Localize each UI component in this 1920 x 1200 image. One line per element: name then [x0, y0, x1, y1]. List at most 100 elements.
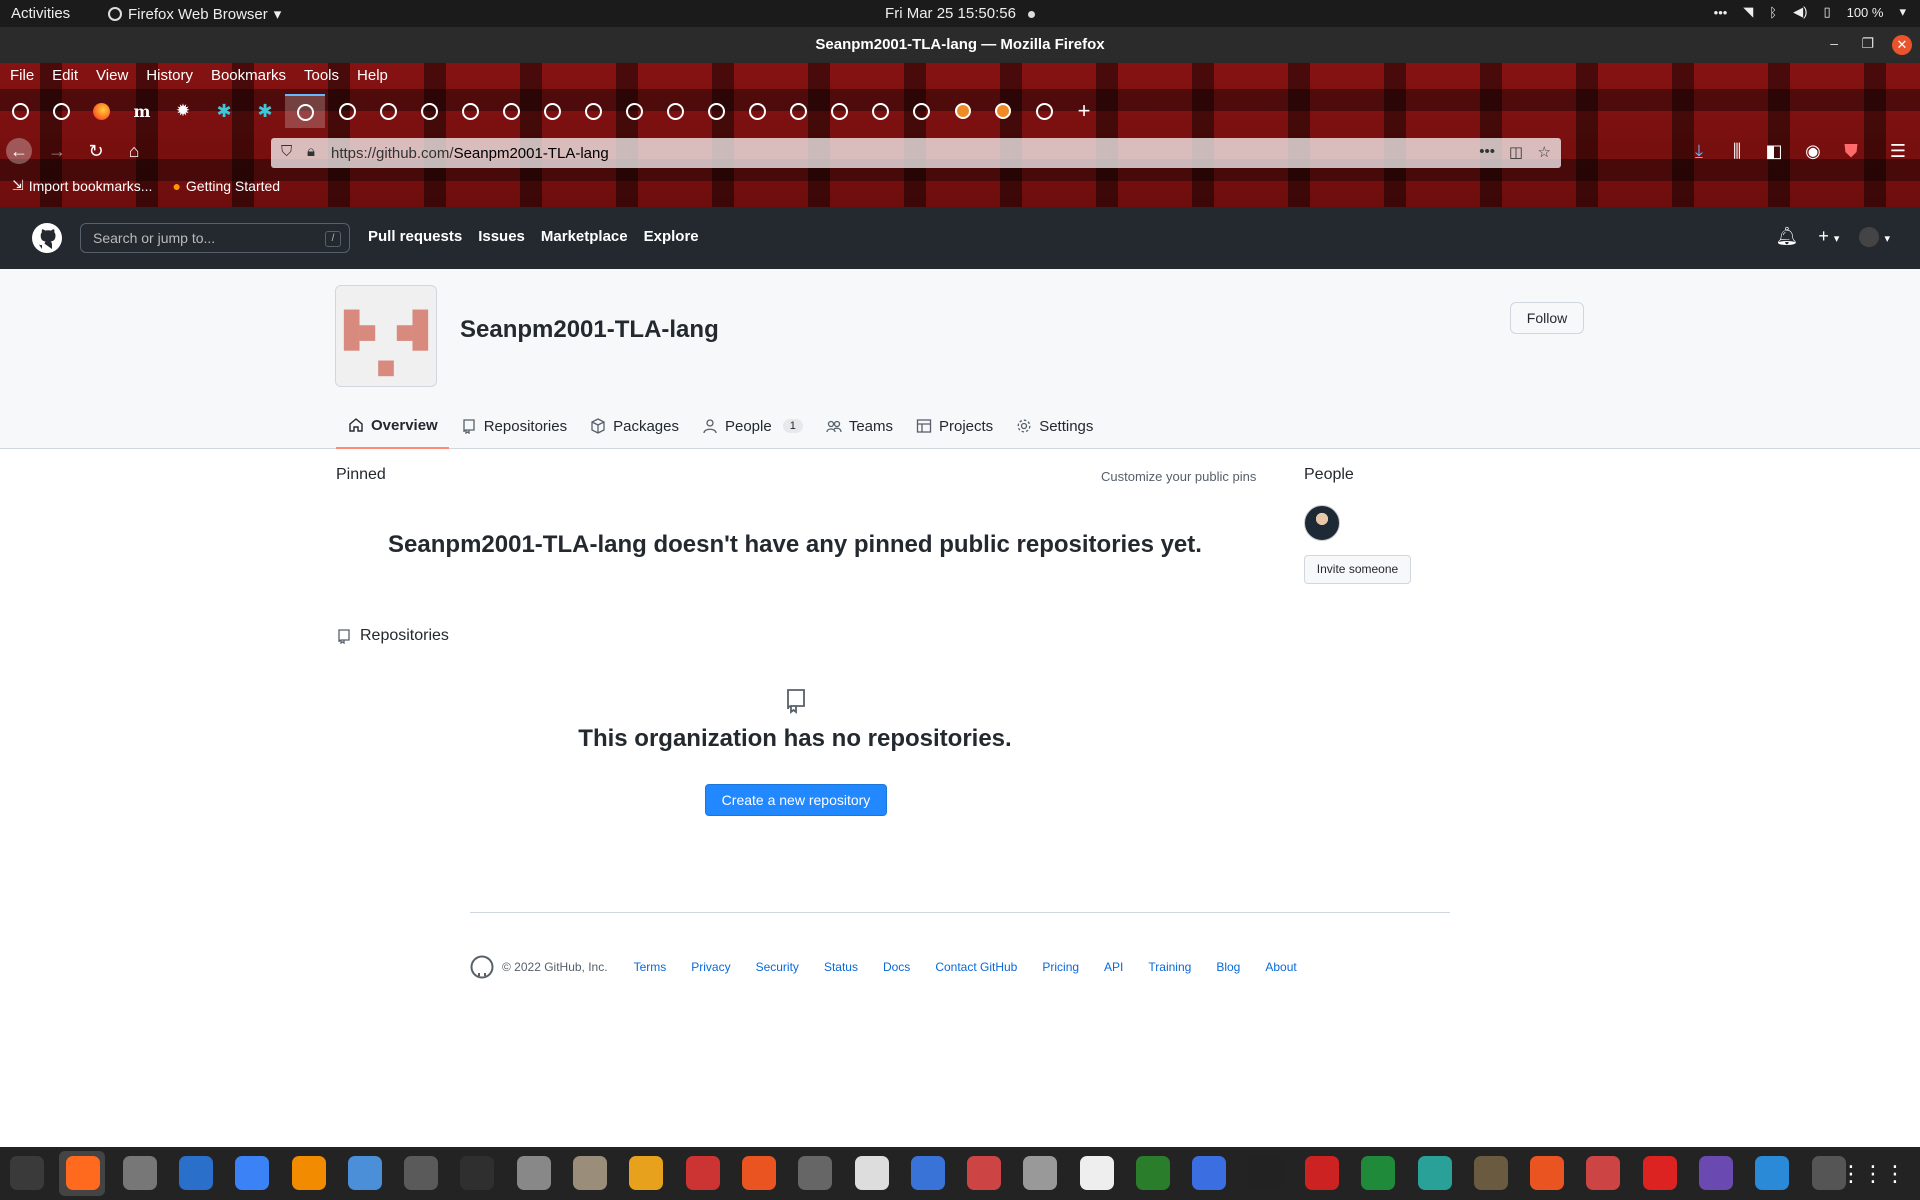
footer-link-docs[interactable]: Docs — [883, 960, 910, 974]
menu-help[interactable]: Help — [357, 67, 388, 84]
tab-packages[interactable]: Packages — [578, 403, 690, 449]
browser-tab[interactable] — [745, 99, 769, 123]
user-avatar-dropdown[interactable]: ▾ — [1859, 226, 1890, 248]
menu-tools[interactable]: Tools — [304, 67, 339, 84]
url-text[interactable]: https://github.com/Seanpm2001-TLA-lang — [331, 145, 609, 162]
bell-icon[interactable]: 🔔︎ — [1776, 226, 1799, 247]
browser-tab[interactable] — [417, 99, 441, 123]
footer-link-api[interactable]: API — [1104, 960, 1123, 974]
star-icon[interactable]: ☆ — [1538, 143, 1551, 161]
reload-icon[interactable]: ↻ — [83, 138, 109, 164]
browser-tab[interactable] — [909, 99, 933, 123]
monitor-graph-icon[interactable] — [685, 1156, 720, 1190]
browser-tab[interactable] — [1032, 99, 1056, 123]
browser-tab[interactable] — [499, 99, 523, 123]
account-icon[interactable]: ◉ — [1800, 138, 1826, 164]
browser-tab[interactable] — [49, 99, 73, 123]
menu-history[interactable]: History — [146, 67, 193, 84]
nav-pull-requests[interactable]: Pull requests — [368, 228, 462, 245]
sidebar-icon[interactable]: ◧ — [1761, 138, 1787, 164]
calculator-icon[interactable] — [629, 1156, 664, 1190]
wifi-icon[interactable]: ◥ — [1743, 4, 1753, 20]
remote-desktop-icon[interactable] — [1192, 1156, 1227, 1190]
nav-explore[interactable]: Explore — [644, 228, 699, 245]
github-logo-icon[interactable] — [31, 222, 63, 254]
invite-someone-button[interactable]: Invite someone — [1304, 555, 1411, 584]
volume-icon[interactable]: ◀) — [1793, 4, 1807, 20]
footer-link-terms[interactable]: Terms — [634, 960, 667, 974]
browser-tab[interactable] — [376, 99, 400, 123]
home-icon[interactable]: ⌂ — [121, 138, 147, 164]
browser-tab[interactable] — [827, 99, 851, 123]
github-footer-logo-icon[interactable] — [470, 955, 494, 979]
tab-teams[interactable]: Teams — [814, 403, 904, 449]
footer-link-pricing[interactable]: Pricing — [1042, 960, 1079, 974]
document-scanner-icon[interactable] — [967, 1156, 1002, 1190]
terminal-icon[interactable] — [460, 1156, 495, 1190]
footer-link-about[interactable]: About — [1265, 960, 1296, 974]
music-icon[interactable] — [1248, 1156, 1283, 1190]
footer-link-privacy[interactable]: Privacy — [691, 960, 730, 974]
maximize-icon[interactable]: ❐ — [1861, 35, 1874, 52]
forward-icon[interactable]: → — [44, 138, 70, 164]
download-icon[interactable]: ⤓ — [1686, 138, 1712, 164]
puzzle-icon[interactable] — [404, 1156, 439, 1190]
url-bar[interactable]: ⛉ 🔒︎ https://github.com/Seanpm2001-TLA-l… — [271, 138, 1561, 168]
browser-tab[interactable] — [951, 99, 975, 123]
todo-icon[interactable] — [910, 1156, 945, 1190]
browser-tab[interactable] — [458, 99, 482, 123]
clock[interactable]: Fri Mar 25 15:50:56 — [885, 5, 1016, 22]
app-store-icon[interactable] — [741, 1156, 776, 1190]
camera-icon[interactable] — [1699, 1156, 1733, 1190]
libreoffice-writer-icon[interactable] — [178, 1156, 213, 1190]
menu-file[interactable]: File — [10, 67, 34, 84]
browser-tab[interactable] — [581, 99, 605, 123]
browser-tab[interactable] — [868, 99, 892, 123]
system-tray[interactable]: ••• ◥ ᛒ ◀) ▯ 100 % ▾ — [1714, 4, 1906, 20]
footer-link-status[interactable]: Status — [824, 960, 858, 974]
system-monitor-icon[interactable] — [10, 1156, 44, 1190]
browser-tab[interactable] — [335, 99, 359, 123]
browser-tab[interactable] — [786, 99, 810, 123]
gimp-icon[interactable] — [1473, 1156, 1508, 1190]
member-avatar[interactable] — [1304, 505, 1340, 541]
browser-tab[interactable] — [540, 99, 564, 123]
browser-tab[interactable]: ✹ — [171, 99, 195, 123]
image-viewer-icon[interactable] — [516, 1156, 551, 1190]
nav-marketplace[interactable]: Marketplace — [541, 228, 628, 245]
browser-tab[interactable] — [89, 99, 113, 123]
ublock-icon[interactable]: ⛊ — [1838, 138, 1864, 164]
hamburger-menu-icon[interactable]: ☰ — [1885, 138, 1911, 164]
org-avatar[interactable] — [335, 285, 437, 387]
browser-tab[interactable] — [285, 94, 325, 128]
inkscape-icon[interactable] — [854, 1156, 889, 1190]
activities-button[interactable]: Activities — [11, 5, 70, 22]
character-map-icon[interactable] — [1079, 1156, 1114, 1190]
nav-issues[interactable]: Issues — [478, 228, 525, 245]
vim-icon[interactable] — [1136, 1156, 1170, 1190]
files-icon[interactable] — [573, 1156, 607, 1190]
customize-pins-link[interactable]: Customize your public pins — [1101, 469, 1256, 484]
pocket-icon[interactable]: ◫ — [1509, 143, 1523, 161]
screenshot-icon[interactable] — [798, 1156, 833, 1190]
game-icon[interactable] — [1586, 1156, 1621, 1190]
show-apps-grid-icon[interactable]: ⋮⋮⋮ — [1840, 1161, 1906, 1187]
menu-edit[interactable]: Edit — [52, 67, 78, 84]
spreadsheet-icon[interactable] — [1361, 1156, 1396, 1190]
lock-icon[interactable]: 🔒︎ — [307, 143, 315, 160]
minimize-icon[interactable]: – — [1830, 35, 1838, 51]
follow-button[interactable]: Follow — [1510, 302, 1584, 334]
shield-icon[interactable]: ⛉ — [281, 143, 292, 160]
bookmark-import[interactable]: ⇲ Import bookmarks... — [12, 177, 152, 194]
text-editor-icon[interactable] — [347, 1156, 382, 1190]
footer-link-contact[interactable]: Contact GitHub — [935, 960, 1017, 974]
menu-view[interactable]: View — [96, 67, 128, 84]
new-tab-button[interactable]: + — [1072, 98, 1096, 123]
browser-tab[interactable]: ✱ — [212, 99, 236, 123]
menu-bookmarks[interactable]: Bookmarks — [211, 67, 286, 84]
browser-tab[interactable]: m — [130, 99, 154, 123]
bookmark-getting-started[interactable]: ● Getting Started — [172, 177, 280, 194]
footer-link-blog[interactable]: Blog — [1216, 960, 1240, 974]
settings-icon[interactable] — [122, 1156, 157, 1190]
help-icon[interactable] — [235, 1156, 270, 1190]
